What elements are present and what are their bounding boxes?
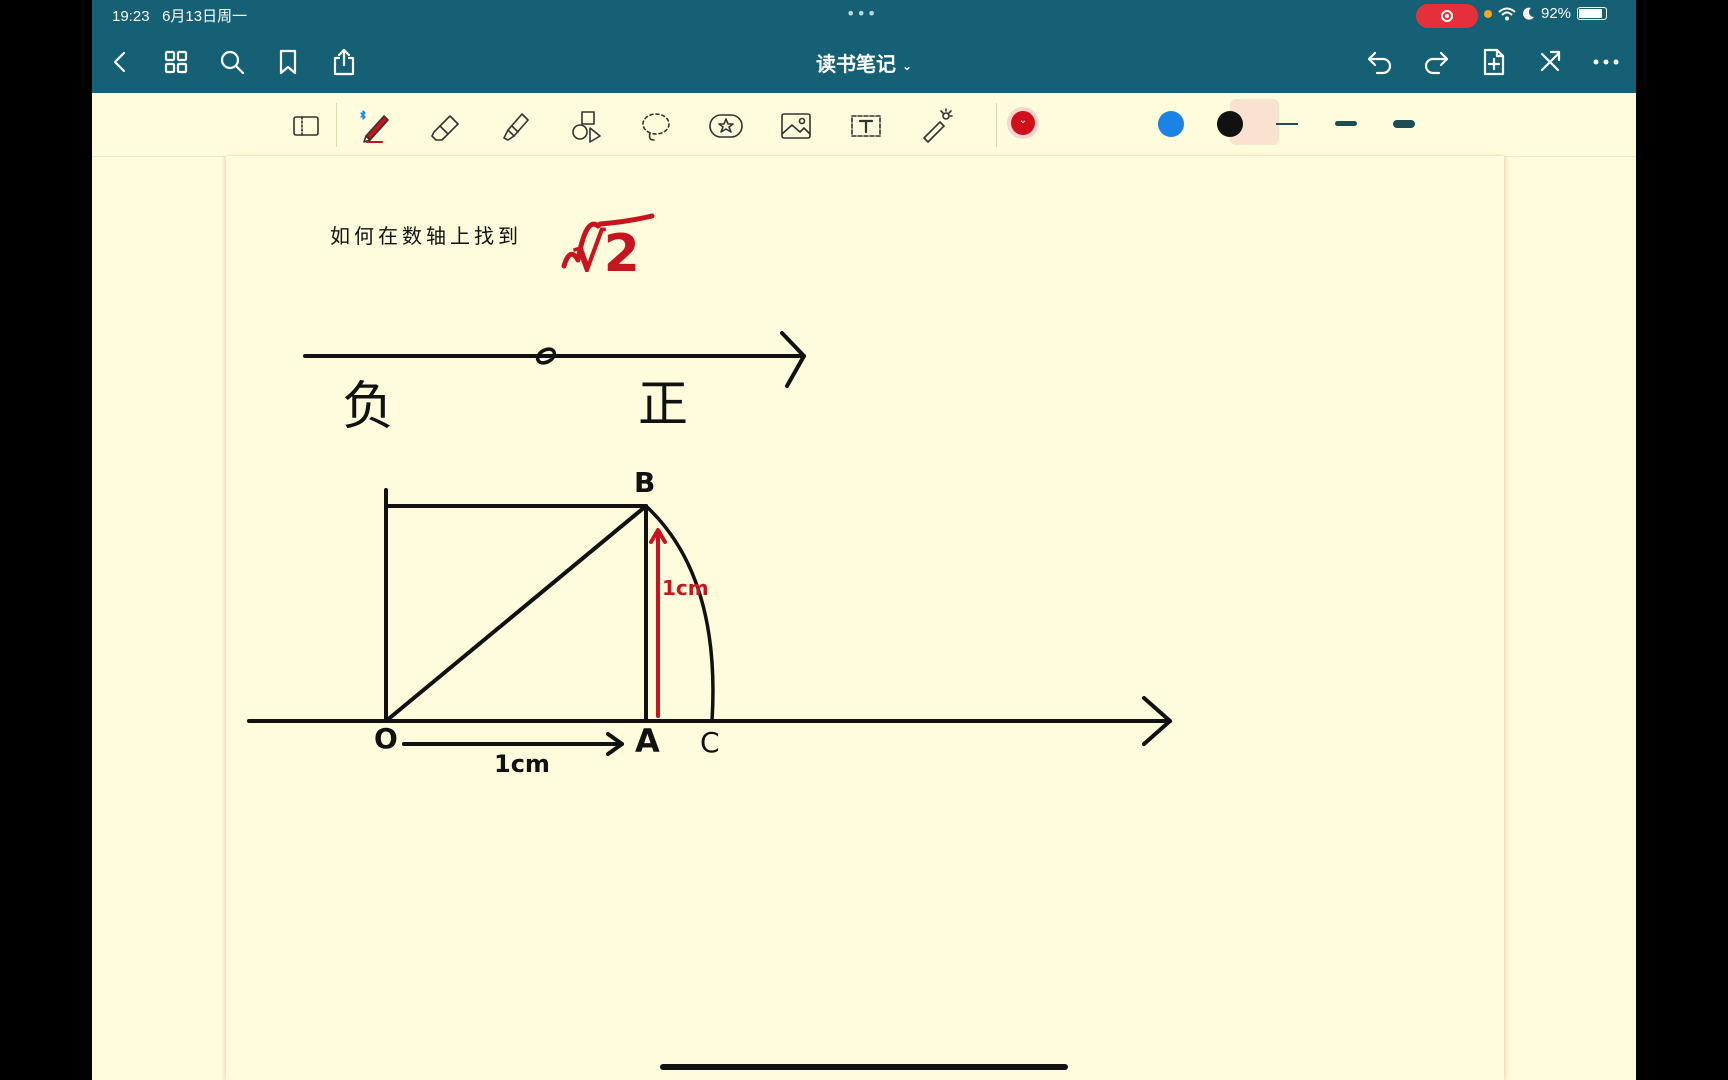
more-button[interactable] [1588,44,1624,80]
shapes-icon [572,111,601,143]
stroke-medium[interactable] [1335,121,1357,126]
status-time: 19:23 6月13日周一 [112,8,248,25]
record-icon [1441,10,1453,22]
close-icon [1540,50,1561,72]
eraser-tool-button[interactable] [426,106,466,146]
redo-icon [1424,51,1449,75]
toolbar-divider [336,103,337,147]
mic-indicator-icon [1484,9,1492,18]
battery-icon [1577,7,1608,20]
stroke-thick[interactable] [1393,120,1415,128]
notebook-page[interactable]: 如何在数轴上找到 √2 负 正 O A B C 1cm 1cm [226,156,1504,1080]
add-page-icon [1483,48,1505,76]
undo-button[interactable] [1362,44,1398,80]
laser-pointer-tool-button[interactable] [916,106,956,146]
point-b-label: B [634,466,656,499]
undo-icon [1367,51,1392,75]
text-icon [851,115,881,137]
selected-color-dot: ⌄ [1011,111,1035,135]
negative-label: 负 [342,377,395,437]
app-screen: 19:23 6月13日周一 ••• 92% 读书笔记 ⌄ ⌄ 如何在数轴上找到 … [92,0,1636,1080]
diagonal-ob [384,504,648,723]
more-icon [1593,59,1619,65]
toolbar-divider [996,103,997,147]
screen-recording-indicator[interactable] [1416,4,1478,28]
color-swatch-black[interactable] [1217,111,1243,137]
lasso-tool-button[interactable] [636,106,676,146]
close-button[interactable] [1532,44,1568,80]
status-date: 6月13日周一 [162,8,248,25]
document-title[interactable]: 读书笔记 ⌄ [92,48,1636,77]
pen-tool-button[interactable] [356,106,396,146]
color-swatch-blue[interactable] [1158,111,1184,137]
image-tool-button[interactable] [776,106,816,146]
lasso-icon [642,113,670,141]
number-line-arrow [780,331,806,388]
chevron-down-icon: ⌄ [1018,115,1028,126]
sticker-icon [709,114,743,138]
point-o-label: O [374,722,398,755]
point-c-label: C [700,726,720,759]
positive-label: 正 [638,375,688,433]
document-title-text: 读书笔记 [815,52,896,76]
image-icon [781,113,811,139]
moon-icon [1523,7,1534,20]
add-page-button[interactable] [1476,44,1512,80]
page-view-icon [293,116,319,136]
top-bar: 19:23 6月13日周一 ••• 92% 读书笔记 ⌄ [92,0,1636,93]
highlighter-tool-button[interactable] [496,106,536,146]
wifi-icon [1498,7,1516,20]
measure-oa-label: 1cm [494,750,550,778]
shapes-tool-button[interactable] [566,106,606,146]
chevron-down-icon: ⌄ [901,58,913,73]
note-heading: 如何在数轴上找到 [330,224,522,248]
laser-pointer-icon [923,108,953,143]
pen-icon [360,110,389,143]
redo-button[interactable] [1418,44,1454,80]
multitask-dots-icon[interactable]: ••• [846,4,877,23]
ink-layer [247,213,1172,756]
highlighter-icon [503,113,529,141]
page-view-button[interactable] [286,106,326,146]
point-a-label: A [635,722,660,760]
text-tool-button[interactable] [846,106,886,146]
home-indicator[interactable] [660,1064,1068,1070]
measure-ab-label: 1cm [662,576,709,600]
battery-percent: 92% [1541,5,1572,22]
stroke-thin[interactable] [1276,123,1298,125]
status-right: 92% [1484,5,1608,22]
color-swatch-red[interactable]: ⌄ [1007,107,1039,139]
eraser-icon [431,115,459,141]
sqrt-two-label: √2 [571,224,640,284]
sticker-tool-button[interactable] [706,106,746,146]
